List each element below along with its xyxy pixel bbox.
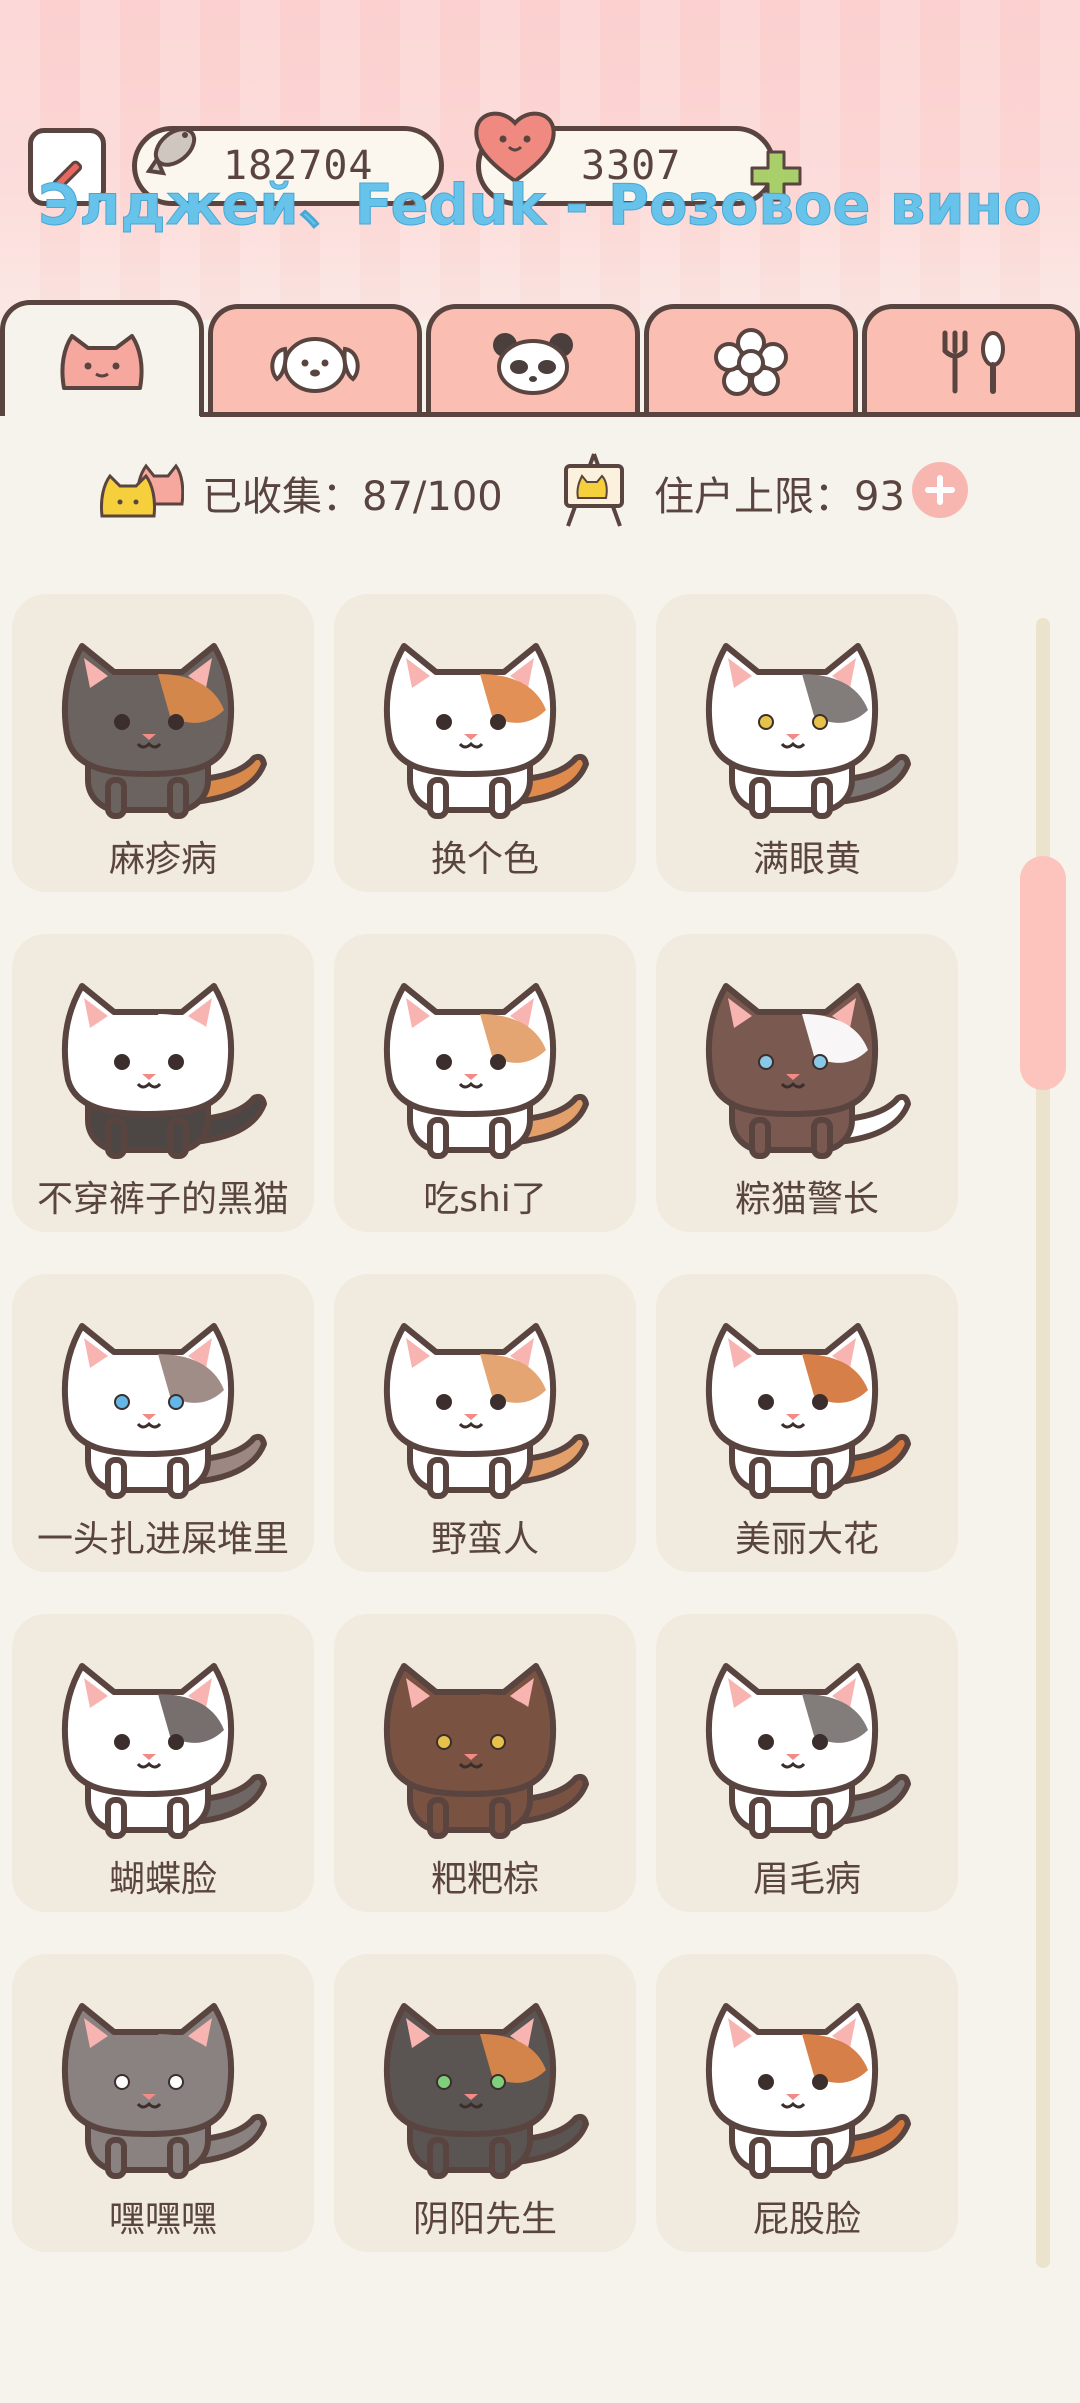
cat-name: 一头扎进屎堆里 xyxy=(36,1519,289,1560)
cat-portrait-icon xyxy=(383,2003,589,2179)
cat-name: 美丽大花 xyxy=(734,1519,879,1560)
fork-spoon-icon xyxy=(942,330,1005,394)
scrollbar-thumb[interactable] xyxy=(1020,856,1066,1090)
tab-flowers[interactable] xyxy=(644,304,858,414)
cat-portrait-icon xyxy=(61,1323,267,1499)
cat-portrait-icon xyxy=(61,1663,267,1839)
tab-divider xyxy=(200,412,1080,417)
cat-card[interactable]: 眉毛病 xyxy=(656,1614,958,1912)
cat-name: 嘿嘿嘿 xyxy=(108,2199,217,2240)
cat-portrait-icon xyxy=(705,1323,911,1499)
cat-face-icon xyxy=(60,333,144,390)
cat-portrait-icon xyxy=(61,983,267,1159)
cat-portrait-icon xyxy=(705,2003,911,2179)
cat-name: 蝴蝶脸 xyxy=(108,1859,217,1900)
cat-card[interactable]: 嘿嘿嘿 xyxy=(12,1954,314,2252)
cat-card[interactable]: 美丽大花 xyxy=(656,1274,958,1572)
cat-portrait-icon xyxy=(61,643,267,819)
lyric-overlay: Элджей、Feduk - Розовое вино xyxy=(38,173,1042,239)
cat-name: 野蛮人 xyxy=(430,1519,539,1560)
cat-name: 不穿裤子的黑猫 xyxy=(36,1179,289,1220)
cat-card[interactable]: 麻疹病 xyxy=(12,594,314,892)
cat-name: 屁股脸 xyxy=(752,2199,861,2240)
tab-cats[interactable] xyxy=(0,300,204,416)
cat-name: 粽猫警长 xyxy=(734,1179,879,1220)
cat-name: 眉毛病 xyxy=(752,1859,861,1900)
cat-name: 换个色 xyxy=(430,839,539,880)
cat-card[interactable]: 粑粑棕 xyxy=(334,1614,636,1912)
cat-heads-icon xyxy=(100,463,184,518)
cat-name: 吃shi了 xyxy=(423,1179,547,1220)
cat-name: 麻疹病 xyxy=(108,839,217,880)
cat-name: 粑粑棕 xyxy=(430,1859,539,1900)
collected-count: 已收集：87/100 xyxy=(202,474,503,520)
cat-card[interactable]: 屁股脸 xyxy=(656,1954,958,2252)
cat-name: 阴阳先生 xyxy=(412,2199,557,2240)
cat-card[interactable]: 粽猫警长 xyxy=(656,934,958,1232)
cat-card[interactable]: 一头扎进屎堆里 xyxy=(12,1274,314,1572)
tab-food[interactable] xyxy=(862,304,1080,414)
cat-portrait-icon xyxy=(383,643,589,819)
tab-pandas[interactable] xyxy=(426,304,640,414)
cat-portrait-icon xyxy=(705,643,911,819)
cat-portrait-icon xyxy=(61,2003,267,2179)
cat-portrait-icon xyxy=(383,1323,589,1499)
category-tabs xyxy=(0,300,1080,420)
cat-card[interactable]: 阴阳先生 xyxy=(334,1954,636,2252)
flower-icon xyxy=(714,327,788,396)
cat-card[interactable]: 换个色 xyxy=(334,594,636,892)
cat-card[interactable]: 蝴蝶脸 xyxy=(12,1614,314,1912)
panda-face-icon xyxy=(493,332,573,395)
dog-face-icon xyxy=(270,336,360,393)
tab-dogs[interactable] xyxy=(208,304,422,414)
signboard-icon xyxy=(564,453,624,527)
cat-portrait-icon xyxy=(383,1663,589,1839)
plus-icon xyxy=(925,475,955,505)
cat-portrait-icon xyxy=(383,983,589,1159)
cat-card[interactable]: 满眼黄 xyxy=(656,594,958,892)
cat-portrait-icon xyxy=(705,983,911,1159)
cat-card[interactable]: 不穿裤子的黑猫 xyxy=(12,934,314,1232)
cat-portrait-icon xyxy=(705,1663,911,1839)
cat-name: 满眼黄 xyxy=(752,839,861,880)
capacity-count: 住户上限：93 xyxy=(654,474,905,520)
add-capacity-button[interactable] xyxy=(912,462,968,518)
cat-card[interactable]: 吃shi了 xyxy=(334,934,636,1232)
cat-card[interactable]: 野蛮人 xyxy=(334,1274,636,1572)
